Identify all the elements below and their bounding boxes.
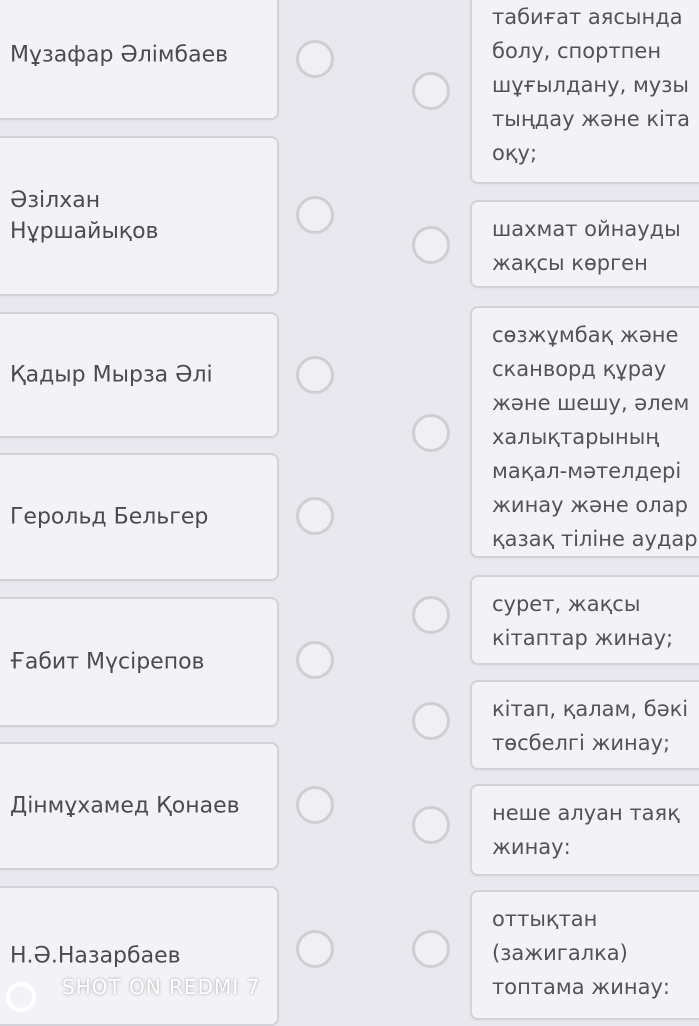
camera-watermark: SHOT ON REDMI 7: [62, 975, 261, 999]
left-connector-radio-6[interactable]: [296, 786, 334, 824]
left-connector-radio-2[interactable]: [296, 196, 334, 234]
person-name: Н.Ә.Назарбаев: [10, 943, 181, 969]
hobby-card-4[interactable]: сурет, жақсы кітаптар жинау;: [470, 575, 699, 665]
person-name: Әзілхан Нұршайықов: [10, 188, 159, 244]
right-connector-radio-4[interactable]: [412, 596, 450, 634]
left-connector-radio-5[interactable]: [296, 641, 334, 679]
person-name: Мұзафар Әлімбаев: [10, 42, 229, 68]
right-connector-radio-3[interactable]: [412, 414, 450, 452]
hobby-card-2[interactable]: шахмат ойнауды жақсы көрген: [470, 200, 699, 288]
hobby-card-1[interactable]: табиғат аясында болу, спортпен шұғылдану…: [470, 0, 699, 184]
hobby-text: кітап, қалам, бәкі төсбелгі жинау;: [492, 697, 689, 755]
left-connector-radio-3[interactable]: [296, 356, 334, 394]
hobby-card-3[interactable]: сөзжұмбақ және сканворд құрау және шешу,…: [470, 306, 699, 558]
person-card-2[interactable]: Әзілхан Нұршайықов: [0, 136, 279, 296]
person-name: Ғабит Мүсірепов: [10, 649, 205, 675]
right-connector-radio-1[interactable]: [412, 72, 450, 110]
person-card-6[interactable]: Дінмұхамед Қонаев: [0, 742, 279, 870]
person-card-1[interactable]: Мұзафар Әлімбаев: [0, 0, 279, 120]
left-connector-radio-7[interactable]: [296, 930, 334, 968]
hobby-text: табиғат аясында болу, спортпен шұғылдану…: [492, 5, 690, 165]
person-card-5[interactable]: Ғабит Мүсірепов: [0, 597, 279, 727]
hobby-text: сөзжұмбақ және сканворд құрау және шешу,…: [492, 323, 698, 551]
left-connector-radio-1[interactable]: [296, 40, 334, 78]
left-connector-radio-4[interactable]: [296, 497, 334, 535]
watermark-camera-icon: [6, 982, 36, 1012]
hobby-card-5[interactable]: кітап, қалам, бәкі төсбелгі жинау;: [470, 680, 699, 770]
person-card-3[interactable]: Қадыр Мырза Әлі: [0, 312, 279, 438]
right-connector-radio-2[interactable]: [412, 226, 450, 264]
person-card-4[interactable]: Герольд Бельгер: [0, 453, 279, 581]
hobby-card-7[interactable]: оттықтан (зажигалка) топтама жинау:: [470, 890, 699, 1020]
matching-exercise: Мұзафар Әлімбаев Әзілхан Нұршайықов Қады…: [0, 0, 699, 1026]
hobby-text: оттықтан (зажигалка) топтама жинау:: [492, 907, 670, 999]
right-connector-radio-6[interactable]: [412, 806, 450, 844]
person-name: Дінмұхамед Қонаев: [10, 793, 240, 819]
hobby-text: неше алуан таяқ жинау:: [492, 801, 680, 859]
person-name: Қадыр Мырза Әлі: [10, 362, 213, 388]
person-name: Герольд Бельгер: [10, 504, 209, 530]
hobby-text: шахмат ойнауды жақсы көрген: [492, 217, 681, 275]
person-card-7[interactable]: Н.Ә.Назарбаев: [0, 886, 279, 1026]
hobby-text: сурет, жақсы кітаптар жинау;: [492, 592, 674, 650]
right-connector-radio-7[interactable]: [412, 930, 450, 968]
hobby-card-6[interactable]: неше алуан таяқ жинау:: [470, 784, 699, 876]
right-connector-radio-5[interactable]: [412, 702, 450, 740]
